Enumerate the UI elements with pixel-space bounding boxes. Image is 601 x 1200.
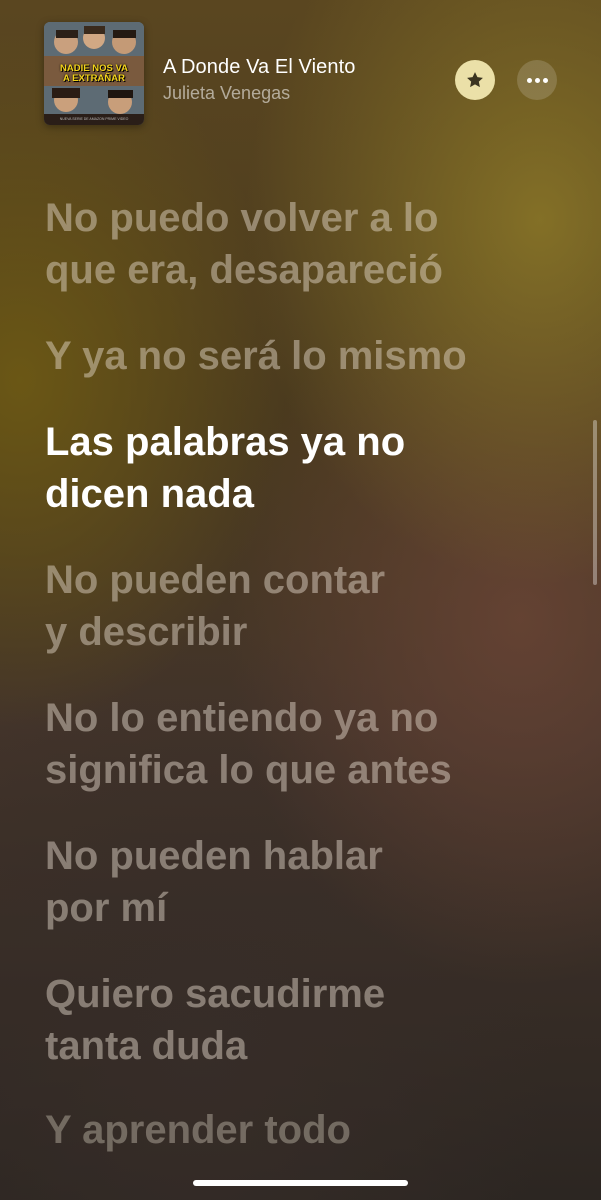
lyric-line[interactable]: No pueden hablar por mí	[45, 830, 565, 934]
lyric-line[interactable]: No lo entiendo ya no significa lo que an…	[45, 692, 565, 796]
lyric-line[interactable]: Y aprender todo	[45, 1104, 565, 1156]
star-icon	[467, 72, 483, 88]
album-art-caption: NUEVA SERIE DE AMAZON PRIME VIDEO	[59, 117, 129, 121]
more-button[interactable]	[517, 60, 557, 100]
ellipsis-icon	[526, 77, 548, 83]
lyric-line[interactable]: Quiero sacudirme tanta duda	[45, 968, 565, 1072]
scroll-indicator[interactable]	[593, 420, 597, 585]
lyric-line[interactable]: Y ya no será lo mismo	[45, 330, 565, 382]
lyric-line[interactable]: No pueden contar y describir	[45, 554, 565, 658]
lyrics-list[interactable]: No puedo volver a lo que era, desapareci…	[45, 192, 565, 1190]
lyric-line-current[interactable]: Las palabras ya no dicen nada	[45, 416, 565, 520]
lyric-line[interactable]: No puedo volver a lo que era, desapareci…	[45, 192, 565, 296]
favorite-button[interactable]	[455, 60, 495, 100]
album-art[interactable]: NADIE NOS VA A EXTRAÑAR NUEVA SERIE DE A…	[44, 22, 144, 125]
home-indicator[interactable]	[193, 1180, 408, 1186]
now-playing-header: NADIE NOS VA A EXTRAÑAR NUEVA SERIE DE A…	[0, 0, 601, 150]
song-title[interactable]: A Donde Va El Viento	[163, 56, 356, 79]
album-art-title: NADIE NOS VA A EXTRAÑAR	[60, 63, 128, 84]
song-artist[interactable]: Julieta Venegas	[163, 83, 290, 104]
